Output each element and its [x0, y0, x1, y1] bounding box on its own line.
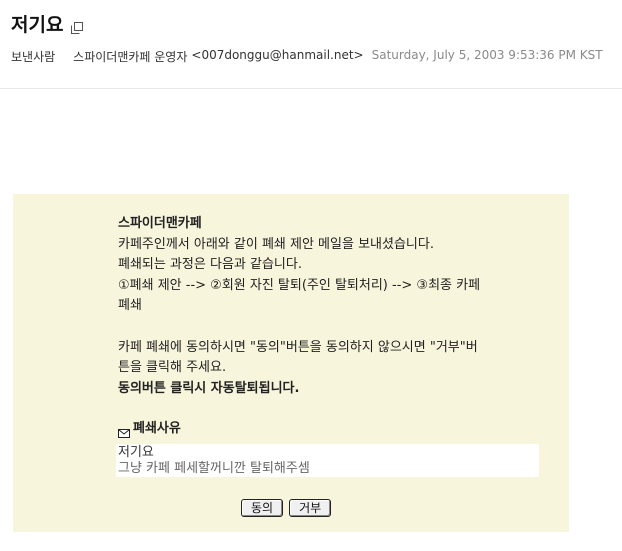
sender-email[interactable]: <007donggu@hanmail.net> — [191, 48, 363, 65]
reason-subject: 저기요 — [118, 445, 154, 460]
notice-line-4: 카페 폐쇄에 동의하시면 "동의"버튼을 동의하지 않으시면 "거부"버 — [118, 339, 478, 355]
notice-line-4b: 튼을 클릭해 주세요. — [118, 360, 227, 375]
notice-content: 스파이더맨카페 카페주인께서 아래와 같이 폐쇄 제안 메일을 보내셨습니다. … — [118, 214, 538, 440]
envelope-icon — [118, 425, 130, 438]
message-header: 저기요 보낸사람 스파이더맨카페 운영자 <007donggu@hanmail.… — [0, 0, 622, 89]
reason-title: 폐쇄사유 — [133, 421, 181, 436]
closure-notice-panel: 스파이더맨카페 카페주인께서 아래와 같이 폐쇄 제안 메일을 보내셨습니다. … — [13, 194, 569, 532]
cafe-name: 스파이더맨카페 — [118, 216, 202, 231]
notice-line-3b: 폐쇄 — [118, 298, 142, 313]
button-row: 동의 거부 — [241, 499, 332, 517]
notice-line-2: 폐쇄되는 과정은 다음과 같습니다. — [118, 257, 302, 272]
reason-title-row: 폐쇄사유 — [118, 419, 538, 440]
sender-row: 보낸사람 스파이더맨카페 운영자 <007donggu@hanmail.net>… — [11, 48, 603, 65]
sender-name[interactable]: 스파이더맨카페 운영자 — [73, 48, 187, 65]
sender-label: 보낸사람 — [11, 50, 56, 64]
reason-box: 저기요 그냥 카페 페세할꺼니깐 탈퇴해주셈 — [116, 444, 539, 477]
popout-window-icon[interactable] — [71, 19, 84, 34]
subject-row: 저기요 — [11, 10, 84, 37]
reject-button[interactable]: 거부 — [289, 499, 332, 517]
message-date: Saturday, July 5, 2003 9:53:36 PM KST — [371, 48, 603, 62]
agree-button[interactable]: 동의 — [241, 499, 284, 517]
notice-line-5: 동의버튼 클릭시 자동탈퇴됩니다. — [118, 380, 300, 396]
message-subject: 저기요 — [11, 14, 64, 36]
notice-line-1: 카페주인께서 아래와 같이 폐쇄 제안 메일을 보내셨습니다. — [118, 236, 434, 252]
reason-text: 그냥 카페 페세할꺼니깐 탈퇴해주셈 — [118, 461, 310, 476]
notice-line-3: ①폐쇄 제안 --> ②회원 자진 탈퇴(주인 탈퇴처리) --> ③최종 카페 — [118, 277, 481, 293]
